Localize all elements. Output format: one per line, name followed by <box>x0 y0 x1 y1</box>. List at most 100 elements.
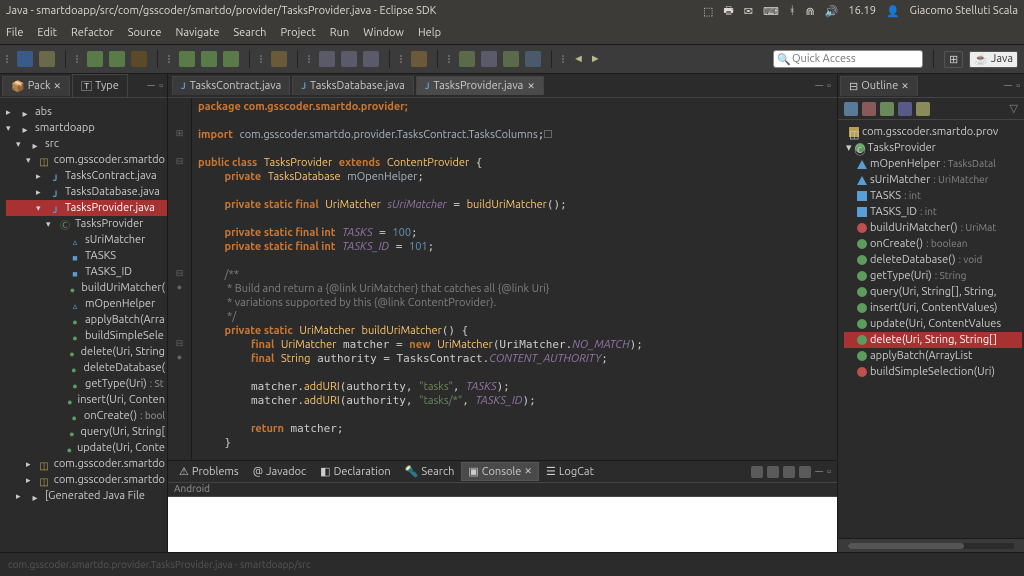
view-menu-icon[interactable]: ▽ <box>1010 102 1018 116</box>
tree-row[interactable]: ▸com.gsscoder.smartdo <box>6 472 167 488</box>
outline-row[interactable]: TASKS_ID: int <box>844 204 1022 220</box>
bluetooth-icon[interactable]: ᚼ <box>789 5 796 17</box>
tree-row[interactable]: deleteDatabase( <box>6 360 167 376</box>
lint-icon[interactable] <box>459 51 475 67</box>
hide-fields-icon[interactable] <box>862 102 876 116</box>
new-class-icon[interactable] <box>201 51 217 67</box>
menu-run[interactable]: Run <box>330 27 349 39</box>
console-action-1[interactable] <box>751 466 763 478</box>
close-icon[interactable]: ✕ <box>901 81 909 92</box>
console-tab[interactable]: ▣Console✕ <box>461 462 539 481</box>
tree-row[interactable]: ▸[Generated Java File <box>6 488 167 504</box>
tree-row[interactable]: buildSimpleSele <box>6 328 167 344</box>
tree-row[interactable]: applyBatch(Arra <box>6 312 167 328</box>
tree-row[interactable]: onCreate(): bool <box>6 408 167 424</box>
outline-row[interactable]: onCreate(): boolean <box>844 236 1022 252</box>
type-tab[interactable]: 🅃 Type <box>72 74 128 97</box>
volume-icon[interactable]: 🔊 <box>825 5 839 18</box>
editor-tab-database[interactable]: J TasksDatabase.java <box>292 76 413 95</box>
tree-row[interactable]: buildUriMatcher( <box>6 280 167 296</box>
debug-icon[interactable] <box>87 51 103 67</box>
back-icon[interactable]: ◄ <box>573 53 584 65</box>
editor-tab-provider[interactable]: J TasksProvider.java ✕ <box>416 76 544 95</box>
maximize-icon[interactable]: ▫ <box>159 80 163 92</box>
logcat-tab[interactable]: ☰LogCat <box>539 462 601 481</box>
outline-row[interactable]: buildSimpleSelection(Uri) <box>844 364 1022 380</box>
menu-window[interactable]: Window <box>363 27 404 39</box>
tree-row[interactable]: mOpenHelper <box>6 296 167 312</box>
maximize-icon[interactable]: ▫ <box>827 80 831 92</box>
minimize-icon[interactable]: ─ <box>815 466 823 478</box>
device-icon[interactable] <box>525 51 541 67</box>
menu-file[interactable]: File <box>6 27 23 39</box>
tree-row[interactable]: delete(Uri, String <box>6 344 167 360</box>
console-action-3[interactable] <box>783 466 795 478</box>
outline-row[interactable]: ◫com.gsscoder.smartdo.prov <box>844 124 1022 140</box>
tree-row[interactable]: ▾smartdoapp <box>6 120 167 136</box>
search-tab[interactable]: 🔦Search <box>398 462 462 481</box>
console-output[interactable] <box>168 497 837 552</box>
menu-help[interactable]: Help <box>418 27 441 39</box>
dropbox-icon[interactable]: ⬚ <box>703 5 713 18</box>
outline-tab[interactable]: ⊟ Outline ✕ <box>840 76 918 96</box>
console-action-2[interactable] <box>767 466 779 478</box>
menu-navigate[interactable]: Navigate <box>176 27 220 39</box>
pack-tab[interactable]: 📦 Pack ✕ <box>2 76 70 96</box>
h-scrollbar[interactable] <box>838 538 1024 552</box>
outline-row[interactable]: buildUriMatcher(): UriMat <box>844 220 1022 236</box>
menu-refactor[interactable]: Refactor <box>71 27 114 39</box>
outline-row[interactable]: mOpenHelper: TasksDatal <box>844 156 1022 172</box>
tree-row[interactable]: TASKS_ID <box>6 264 167 280</box>
tree-row[interactable]: sUriMatcher <box>6 232 167 248</box>
annotate-icon[interactable] <box>341 51 357 67</box>
toggle-icon[interactable] <box>363 51 379 67</box>
tree-row[interactable]: ▾TasksProvider.java <box>6 200 167 216</box>
code-editor[interactable]: package com.gsscoder.smartdo.provider; i… <box>192 98 837 460</box>
hide-local-icon[interactable] <box>916 102 930 116</box>
tree-row[interactable]: TASKS <box>6 248 167 264</box>
open-perspective-button[interactable]: ⊞ <box>944 51 963 68</box>
java-perspective-button[interactable]: ☕ Java <box>969 51 1018 68</box>
tree-row[interactable]: getType(Uri): St <box>6 376 167 392</box>
save-icon[interactable] <box>39 51 55 67</box>
ant-icon[interactable] <box>411 51 427 67</box>
new-folder-icon[interactable] <box>223 51 239 67</box>
editor-tab-contract[interactable]: J TasksContract.java <box>172 76 290 95</box>
outline-tree[interactable]: ◫com.gsscoder.smartdo.prov▾ⒸTasksProvide… <box>838 120 1024 538</box>
minimize-icon[interactable]: ─ <box>147 80 155 92</box>
project-tree[interactable]: ▸abs▾smartdoapp▾src▾com.gsscoder.smartdo… <box>0 98 167 552</box>
minimize-icon[interactable]: ─ <box>1004 80 1012 92</box>
minimize-icon[interactable]: ─ <box>815 80 823 92</box>
tree-row[interactable]: ▸com.gsscoder.smartdo <box>6 456 167 472</box>
console-action-4[interactable] <box>799 466 811 478</box>
tree-row[interactable]: insert(Uri, Conten <box>6 392 167 408</box>
problems-tab[interactable]: ⚠Problems <box>172 462 246 481</box>
wifi-icon[interactable]: ⋒ <box>806 5 815 18</box>
outline-row[interactable]: TASKS: int <box>844 188 1022 204</box>
new-pkg-icon[interactable] <box>179 51 195 67</box>
outline-row[interactable]: update(Uri, ContentValues <box>844 316 1022 332</box>
external-icon[interactable] <box>131 51 147 67</box>
forward-icon[interactable]: ► <box>590 53 601 65</box>
gutter[interactable]: ⊞ ⊟ ⊟● ⊟● <box>168 98 192 460</box>
outline-row[interactable]: insert(Uri, ContentValues) <box>844 300 1022 316</box>
user-icon[interactable]: 👤 <box>886 5 900 18</box>
outline-row[interactable]: getType(Uri): String <box>844 268 1022 284</box>
close-icon[interactable]: ✕ <box>527 81 535 92</box>
sdk-icon[interactable] <box>503 51 519 67</box>
menu-source[interactable]: Source <box>128 27 162 39</box>
mail-icon[interactable]: ✉ <box>744 5 753 18</box>
hide-static-icon[interactable] <box>880 102 894 116</box>
tree-row[interactable]: ▾com.gsscoder.smartdo <box>6 152 167 168</box>
menu-project[interactable]: Project <box>280 27 315 39</box>
new-icon[interactable] <box>17 51 33 67</box>
outline-row[interactable]: query(Uri, String[], String, <box>844 284 1022 300</box>
clock[interactable]: 16.19 <box>848 5 876 17</box>
hide-non-public-icon[interactable] <box>898 102 912 116</box>
sort-icon[interactable] <box>844 102 858 116</box>
avd-icon[interactable] <box>481 51 497 67</box>
outline-row[interactable]: applyBatch(ArrayList <box>844 348 1022 364</box>
tree-row[interactable]: ▾TasksProvider <box>6 216 167 232</box>
run-icon[interactable] <box>109 51 125 67</box>
quick-access-input[interactable] <box>773 50 923 68</box>
